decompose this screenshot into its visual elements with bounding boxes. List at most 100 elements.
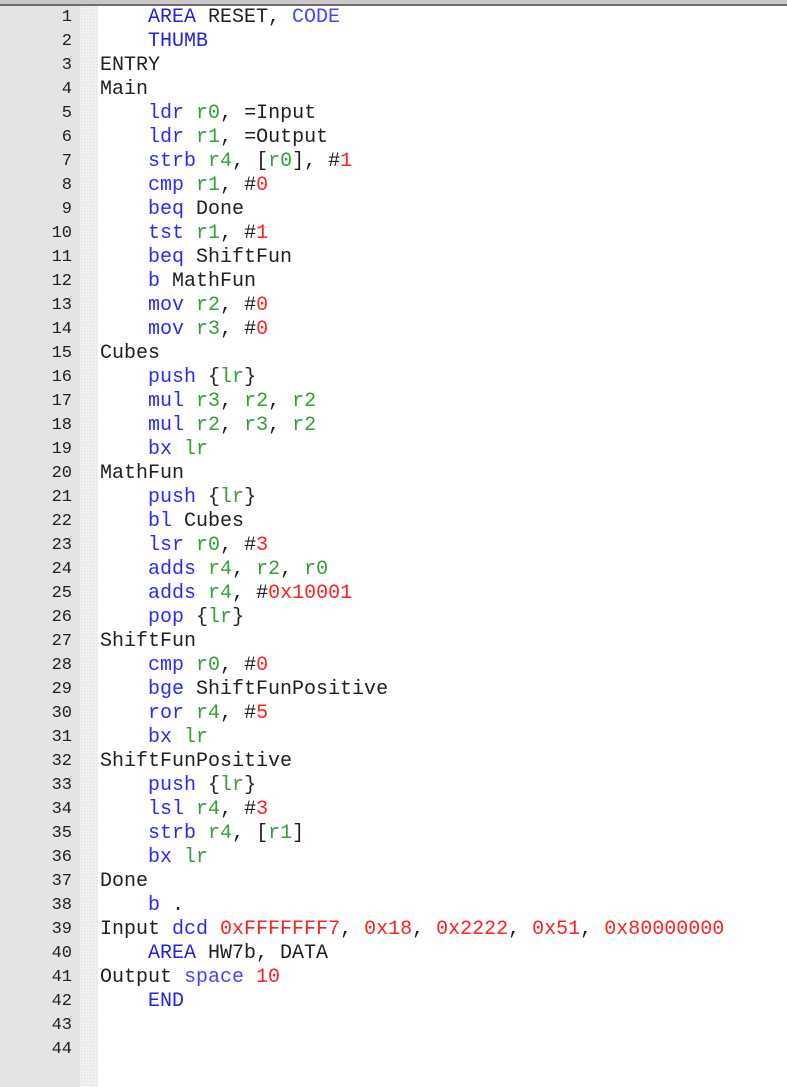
token-reg: r0	[268, 150, 293, 173]
code-line[interactable]: 44	[0, 1038, 787, 1062]
line-number: 16	[51, 368, 72, 387]
token-reg: lr	[184, 438, 209, 461]
token-num: 10	[256, 966, 281, 989]
code-line[interactable]: 4 Main	[0, 78, 787, 102]
code-line[interactable]: 33 push {lr}	[0, 774, 787, 798]
code-line[interactable]: 28 cmp r0, #0	[0, 654, 787, 678]
code-line[interactable]: 20 MathFun	[0, 462, 787, 486]
line-number: 19	[51, 440, 72, 459]
code-text: bl Cubes	[100, 510, 244, 534]
code-line[interactable]: 35 strb r4, [r1]	[0, 822, 787, 846]
code-line[interactable]: 26 pop {lr}	[0, 606, 787, 630]
token-num: 0	[256, 318, 269, 341]
code-line[interactable]: 22 bl Cubes	[0, 510, 787, 534]
code-line[interactable]: 11 beq ShiftFun	[0, 246, 787, 270]
code-line[interactable]: 36 bx lr	[0, 846, 787, 870]
line-number: 21	[51, 488, 72, 507]
code-editor[interactable]: 1 AREA RESET, CODE 2 THUMB 3 ENTRY 4 Main 5 ld…	[0, 6, 787, 1062]
code-line[interactable]: 38 b .	[0, 894, 787, 918]
token-dir: END	[148, 990, 185, 1013]
token-plain: .	[160, 894, 185, 917]
token-dir: AREA	[148, 6, 197, 29]
token-kw: push	[148, 366, 197, 389]
code-line[interactable]: 15 Cubes	[0, 342, 787, 366]
code-line[interactable]: 18 mul r2, r3, r2	[0, 414, 787, 438]
token-kw: cmp	[148, 654, 185, 677]
token-plain: }	[244, 774, 257, 797]
code-line[interactable]: 6 ldr r1, =Output	[0, 126, 787, 150]
code-line[interactable]: 23 lsr r0, #3	[0, 534, 787, 558]
code-line[interactable]: 37 Done	[0, 870, 787, 894]
code-line[interactable]: 8 cmp r1, #0	[0, 174, 787, 198]
code-line[interactable]: 1 AREA RESET, CODE	[0, 6, 787, 30]
line-number: 15	[51, 344, 72, 363]
token-kw: bx	[148, 726, 173, 749]
token-kw: mov	[148, 294, 185, 317]
line-number: 24	[51, 560, 72, 579]
code-line[interactable]: 31 bx lr	[0, 726, 787, 750]
code-text: lsl r4, #3	[100, 798, 268, 822]
code-text: ENTRY	[100, 54, 160, 78]
token-reg: r4	[208, 558, 233, 581]
code-text: ShiftFunPositive	[100, 750, 292, 774]
code-line[interactable]: 14 mov r3, #0	[0, 318, 787, 342]
code-line[interactable]: 2 THUMB	[0, 30, 787, 54]
token-plain: , [	[232, 822, 269, 845]
token-kw: push	[148, 486, 197, 509]
token-plain: RESET,	[196, 6, 293, 29]
line-number: 4	[61, 80, 72, 99]
code-text: Cubes	[100, 342, 160, 366]
code-line[interactable]: 27 ShiftFun	[0, 630, 787, 654]
code-line[interactable]: 5 ldr r0, =Input	[0, 102, 787, 126]
code-line[interactable]: 3 ENTRY	[0, 54, 787, 78]
code-line[interactable]: 13 mov r2, #0	[0, 294, 787, 318]
code-line[interactable]: 25 adds r4, #0x10001	[0, 582, 787, 606]
token-plain: Cubes	[172, 510, 245, 533]
code-line[interactable]: 32 ShiftFunPositive	[0, 750, 787, 774]
code-line[interactable]: 29 bge ShiftFunPositive	[0, 678, 787, 702]
code-line[interactable]: 21 push {lr}	[0, 486, 787, 510]
code-line[interactable]: 39 Input dcd 0xFFFFFFF7, 0x18, 0x2222, 0x…	[0, 918, 787, 942]
token-num: 0x80000000	[604, 918, 725, 941]
code-line[interactable]: 16 push {lr}	[0, 366, 787, 390]
code-text: bx lr	[100, 846, 208, 870]
token-plain: MathFun	[160, 270, 257, 293]
code-line[interactable]: 9 beq Done	[0, 198, 787, 222]
code-line[interactable]: 19 bx lr	[0, 438, 787, 462]
code-line[interactable]: 41 Output space 10	[0, 966, 787, 990]
token-num: 0	[256, 174, 269, 197]
token-reg: r4	[208, 822, 233, 845]
code-text: THUMB	[100, 30, 208, 54]
code-line[interactable]: 12 b MathFun	[0, 270, 787, 294]
code-line[interactable]: 30 ror r4, #5	[0, 702, 787, 726]
token-plain: {	[196, 774, 221, 797]
token-plain: }	[232, 606, 245, 629]
code-text: beq Done	[100, 198, 244, 222]
token-num: 0xFFFFFFF7	[220, 918, 341, 941]
code-line[interactable]: 40 AREA HW7b, DATA	[0, 942, 787, 966]
token-kw: bx	[148, 438, 173, 461]
code-text: tst r1, #1	[100, 222, 268, 246]
token-plain: ShiftFun	[184, 246, 293, 269]
code-text: END	[100, 990, 184, 1014]
code-line[interactable]: 17 mul r3, r2, r2	[0, 390, 787, 414]
token-plain: Cubes	[100, 342, 161, 365]
code-line[interactable]: 43	[0, 1014, 787, 1038]
code-line[interactable]: 34 lsl r4, #3	[0, 798, 787, 822]
code-line[interactable]: 7 strb r4, [r0], #1	[0, 150, 787, 174]
line-number: 33	[51, 776, 72, 795]
code-line[interactable]: 24 adds r4, r2, r0	[0, 558, 787, 582]
code-line[interactable]: 10 tst r1, #1	[0, 222, 787, 246]
code-line[interactable]: 42 END	[0, 990, 787, 1014]
